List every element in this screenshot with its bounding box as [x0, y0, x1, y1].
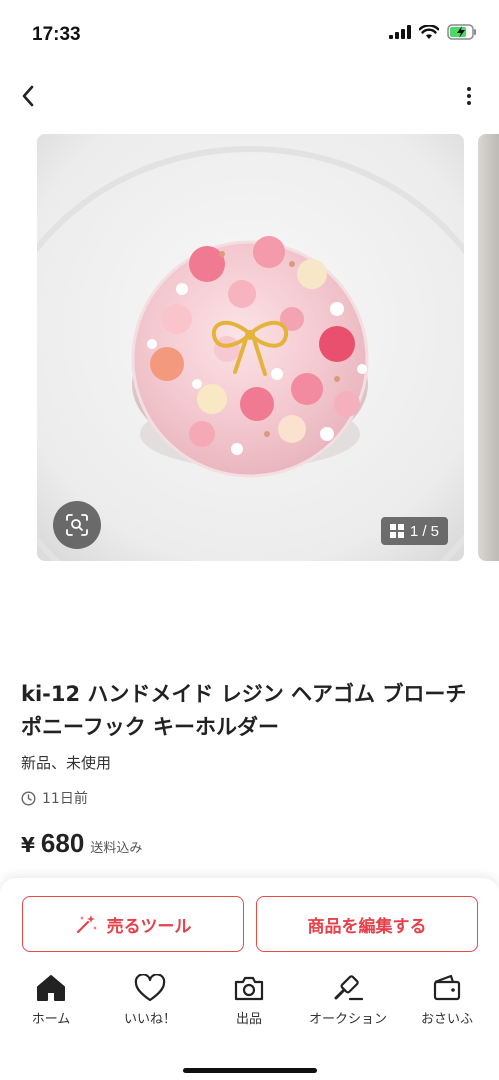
tab-wallet[interactable]: おさいふ: [402, 974, 492, 1027]
wallet-icon: [433, 974, 461, 1001]
home-indicator: [183, 1068, 317, 1073]
photo-counter[interactable]: 1 / 5: [380, 517, 448, 545]
posted-time-text: 11日前: [42, 791, 88, 807]
tab-bar: ホーム いいね！ 出品 オークション おさいふ: [0, 974, 499, 1044]
tab-wallet-label: おさいふ: [420, 1012, 473, 1027]
back-button[interactable]: [12, 78, 44, 114]
tab-home[interactable]: ホーム: [6, 974, 96, 1027]
price-amount: 680: [40, 828, 85, 858]
edit-item-button[interactable]: 商品を編集する: [256, 896, 478, 952]
posted-time: 11日前: [21, 788, 88, 808]
status-bar: 17:33: [0, 0, 499, 70]
signal-icon: [389, 25, 411, 39]
photo-counter-text: 1 / 5: [409, 522, 439, 540]
tab-auction-label: オークション: [308, 1012, 387, 1027]
tab-home-label: ホーム: [31, 1012, 71, 1027]
tab-auction[interactable]: オークション: [303, 974, 393, 1027]
wifi-icon: [419, 24, 439, 39]
shipping-included: 送料込み: [90, 841, 143, 856]
status-icons: [389, 24, 477, 40]
tab-sell[interactable]: 出品: [204, 974, 294, 1027]
heart-icon: [134, 974, 166, 1002]
product-photo[interactable]: 1 / 5: [37, 134, 464, 561]
battery-charging-icon: [447, 24, 476, 40]
home-icon: [37, 975, 65, 1001]
price: ¥ 680 送料込み: [21, 828, 142, 859]
sell-tool-button[interactable]: 売るツール: [22, 896, 244, 952]
magic-wand-icon: [76, 915, 97, 934]
more-options-button[interactable]: [459, 80, 479, 112]
resin-brooch-image: [37, 134, 464, 561]
tab-likes[interactable]: いいね！: [105, 974, 195, 1027]
tab-sell-label: 出品: [235, 1012, 262, 1027]
chevron-left-icon: [22, 85, 34, 107]
more-dot-icon: [467, 101, 471, 105]
tab-likes-label: いいね！: [123, 1012, 176, 1027]
bottom-action-sheet: 売るツール 商品を編集する ホーム いいね！ 出品 オークション おさいふ: [0, 878, 499, 1080]
product-condition: 新品、未使用: [21, 754, 112, 772]
status-time: 17:33: [32, 24, 81, 45]
price-currency: ¥: [21, 833, 35, 857]
zoom-button[interactable]: [53, 501, 101, 549]
more-dot-icon: [467, 87, 471, 91]
more-dot-icon: [467, 94, 471, 98]
sell-tool-label: 売るツール: [106, 916, 192, 937]
edit-item-label: 商品を編集する: [307, 916, 427, 937]
grid-icon: [389, 524, 404, 538]
next-photo-preview[interactable]: [478, 134, 499, 561]
photo-gallery[interactable]: 1 / 5: [0, 134, 499, 562]
gavel-icon: [334, 975, 364, 1001]
zoom-scan-icon: [66, 514, 88, 536]
product-title: ki-12 ハンドメイド レジン ヘアゴム ブローチ ポニーフック キーホルダー: [21, 682, 467, 739]
clock-icon: [21, 790, 36, 806]
camera-icon: [234, 976, 264, 1001]
